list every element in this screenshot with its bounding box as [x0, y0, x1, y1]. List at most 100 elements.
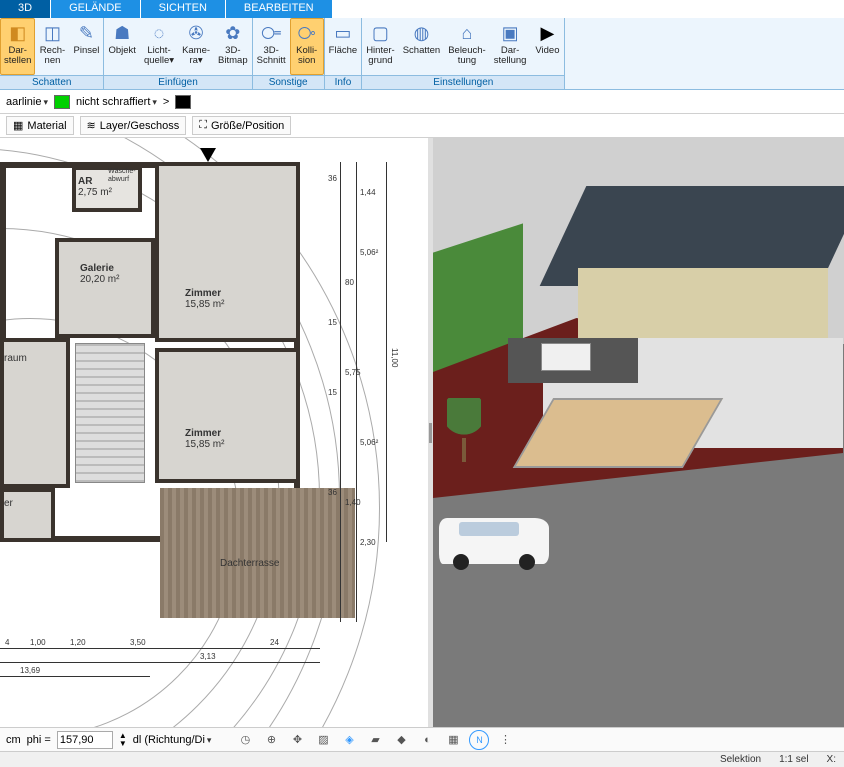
- kamera-button[interactable]: ✇Kame- ra▾: [178, 18, 214, 75]
- clock-icon[interactable]: ◷: [235, 730, 255, 750]
- color-swatch-2[interactable]: [175, 95, 191, 109]
- cube-icon: ◫: [41, 22, 63, 44]
- schatten-label: Schatten: [403, 46, 441, 56]
- solid-icon[interactable]: ▰: [365, 730, 385, 750]
- more-icon[interactable]: ⋮: [495, 730, 515, 750]
- schnitt3d-button[interactable]: ⧃3D- Schnitt: [253, 18, 290, 75]
- stairs[interactable]: [75, 343, 145, 483]
- tree-icon: ✿: [222, 22, 244, 44]
- room-galerie[interactable]: [55, 238, 155, 338]
- section-marker-icon[interactable]: [200, 148, 216, 162]
- dim-r4: 5,75: [345, 368, 361, 377]
- 3d-view[interactable]: [433, 138, 844, 727]
- floorplan-view[interactable]: AR2,75 m² Wäsche- abwurf Galerie20,20 m²…: [0, 138, 428, 727]
- darstellen-button[interactable]: ◧Dar- stellen: [0, 18, 35, 75]
- tab-bearbeiten[interactable]: BEARBEITEN: [226, 0, 332, 18]
- room-er[interactable]: [0, 488, 55, 542]
- dim-r7: 2,30: [360, 538, 376, 547]
- sectR-icon: ⧂: [296, 22, 318, 44]
- video-button[interactable]: ▶Video: [530, 18, 564, 75]
- bottom-toolbar: cm phi = ▲▼ dl (Richtung/Di ◷ ⊕ ✥ ▨ ◈ ▰ …: [0, 727, 844, 751]
- tab-sichten[interactable]: SICHTEN: [141, 0, 225, 18]
- schatten-button[interactable]: ◍Schatten: [399, 18, 445, 75]
- label-dach: Dachterrasse: [220, 558, 279, 569]
- hintergrund-label: Hinter- grund: [366, 46, 395, 66]
- linestyle-label[interactable]: aarlinie: [6, 96, 48, 108]
- group-einstellungen: Einstellungen: [362, 75, 564, 89]
- label-zimmer2: Zimmer15,85 m²: [185, 428, 224, 450]
- ribbon: ◧Dar- stellen◫Rech- nen✎PinselSchatten☗O…: [0, 18, 844, 90]
- spinner-icon[interactable]: ▲▼: [119, 732, 127, 748]
- tab-gelaende[interactable]: GELÄNDE: [51, 0, 140, 18]
- tab-3d[interactable]: 3D: [0, 0, 50, 18]
- status-bar: Selektion 1:1 sel X:: [0, 751, 844, 767]
- bitmap3d-button[interactable]: ✿3D- Bitmap: [214, 18, 252, 75]
- area-icon: ▭: [332, 22, 354, 44]
- kollision-button[interactable]: ⧂Kolli- sion: [290, 18, 324, 75]
- paint-icon[interactable]: ▨: [313, 730, 333, 750]
- color-swatch-1[interactable]: [54, 95, 70, 109]
- darstellung-label: Dar- stellung: [494, 46, 527, 66]
- dim-r2: 5,06²: [360, 248, 378, 257]
- room-zimmer-bottom[interactable]: [155, 348, 300, 483]
- deck-terrace[interactable]: [160, 488, 355, 618]
- lichtquelle-button[interactable]: ◌Licht- quelle▾: [140, 18, 178, 75]
- group-sonstige: Sonstige: [253, 75, 324, 89]
- pinsel-label: Pinsel: [74, 46, 100, 56]
- flaeche-button[interactable]: ▭Fläche: [325, 18, 362, 75]
- house-icon: ⌂: [456, 22, 478, 44]
- phi-input[interactable]: [57, 731, 113, 749]
- dim-l1: 36: [328, 174, 337, 183]
- darstellen-label: Dar- stellen: [4, 46, 31, 66]
- bulb-icon: ◌: [148, 22, 170, 44]
- wire-icon[interactable]: ◈: [339, 730, 359, 750]
- dim-b6: 3,13: [200, 652, 216, 661]
- beleuchtung-button[interactable]: ⌂Beleuch- tung: [444, 18, 490, 75]
- hatch-label[interactable]: nicht schraffiert: [76, 96, 157, 108]
- kollision-label: Kolli- sion: [296, 46, 317, 66]
- unit-label[interactable]: cm: [6, 734, 21, 746]
- frame-icon: ▢: [369, 22, 391, 44]
- material-label: Material: [27, 120, 66, 132]
- phi-label: phi =: [27, 734, 51, 746]
- lichtquelle-label: Licht- quelle▾: [144, 46, 174, 66]
- camera-icon: ✇: [185, 22, 207, 44]
- rechnen-button[interactable]: ◫Rech- nen: [35, 18, 69, 75]
- dim-b5: 24: [270, 638, 279, 647]
- material-button[interactable]: ▦ Material: [6, 116, 74, 135]
- label-raum: raum: [4, 353, 27, 364]
- hintergrund-button[interactable]: ▢Hinter- grund: [362, 18, 399, 75]
- layers-icon-2[interactable]: ◆: [391, 730, 411, 750]
- layers-icon: ≋: [87, 119, 96, 132]
- layer-label: Layer/Geschoss: [100, 120, 179, 132]
- cube-gold-icon: ◧: [7, 22, 29, 44]
- room-zimmer-top[interactable]: [155, 162, 300, 342]
- dim-h: 11,00: [390, 348, 399, 367]
- play-icon: ▶: [536, 22, 558, 44]
- house-upper: [578, 268, 828, 338]
- snap-dropdown[interactable]: dl (Richtung/Di: [133, 734, 212, 746]
- dim-l3: 15: [328, 388, 337, 397]
- material-icon: ▦: [13, 119, 23, 132]
- dim-l2: 15: [328, 318, 337, 327]
- objekt-button[interactable]: ☗Objekt: [104, 18, 139, 75]
- cursor-icon[interactable]: ✥: [287, 730, 307, 750]
- pinsel-button[interactable]: ✎Pinsel: [69, 18, 103, 75]
- darstellung-button[interactable]: ▣Dar- stellung: [490, 18, 531, 75]
- layer-button[interactable]: ≋ Layer/Geschoss: [80, 116, 187, 135]
- rechnen-label: Rech- nen: [40, 46, 65, 66]
- globe-icon[interactable]: ⊕: [261, 730, 281, 750]
- label-ar: AR2,75 m²: [78, 176, 112, 198]
- dim-r3: 80: [345, 278, 354, 287]
- status-selektion: Selektion: [720, 754, 761, 765]
- label-galerie: Galerie20,20 m²: [80, 263, 119, 285]
- dim-b1: 4: [5, 638, 9, 647]
- toggle-icon[interactable]: ◐: [417, 730, 437, 750]
- group-schatten: Schatten: [0, 75, 103, 89]
- arrow-label[interactable]: >: [163, 96, 169, 108]
- group-einfügen: Einfügen: [104, 75, 251, 89]
- size-position-button[interactable]: ⛶ Größe/Position: [192, 116, 291, 135]
- north-icon[interactable]: N: [469, 730, 489, 750]
- label-zimmer1: Zimmer15,85 m²: [185, 288, 224, 310]
- grid-icon[interactable]: ▦: [443, 730, 463, 750]
